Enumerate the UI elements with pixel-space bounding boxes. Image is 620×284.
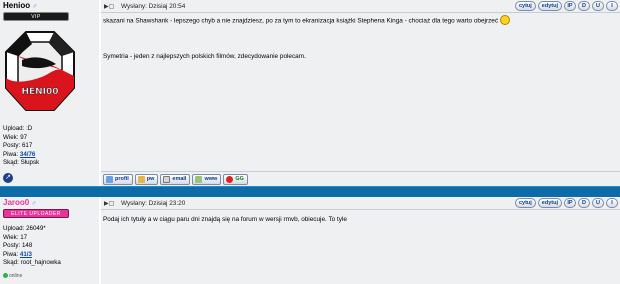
rank-badge: VIP xyxy=(3,12,69,21)
quote-button[interactable]: cytuj xyxy=(514,1,536,11)
stat-squad: Skąd: root_hajnowka xyxy=(3,259,61,267)
ip-button[interactable]: IP xyxy=(564,1,576,11)
online-status: online xyxy=(3,273,22,279)
message-panel: ▶▢ Wysłany: Dzisiaj 23:20 cytuj edytuj I… xyxy=(101,197,620,284)
www-icon xyxy=(195,176,203,183)
beer-link[interactable]: 34/76 xyxy=(20,151,35,158)
pm-button[interactable]: pw xyxy=(134,174,159,185)
contact-buttons: profil pw email www GG xyxy=(103,174,248,185)
gender-male-icon: ♂ xyxy=(31,200,37,207)
message-header: ▶▢ Wysłany: Dzisiaj 20:54 cytuj edytuj I… xyxy=(101,0,620,13)
stat-age: Wiek: 97 xyxy=(3,133,28,141)
info-button[interactable]: I xyxy=(606,1,618,11)
stat-posts: Posty: 148 xyxy=(3,242,33,250)
www-button[interactable]: www xyxy=(192,174,222,185)
post-separator xyxy=(0,186,620,197)
post-henioo: Henioo ♂ VIP HENI00 Upload: :D Wiek: 97 P… xyxy=(0,0,620,186)
avatar: HENI00 xyxy=(5,31,75,111)
stat-beer: Piwa: 34/76 xyxy=(3,150,36,158)
beer-link[interactable]: 41/3 xyxy=(20,251,32,258)
username[interactable]: Jaroo0 ♂ xyxy=(3,198,36,207)
ip-button[interactable]: IP xyxy=(564,198,576,208)
post-paragraph: Podaj ich tytuły a w ciągu paru dni znaj… xyxy=(103,216,347,223)
profile-button[interactable]: profil xyxy=(103,174,133,185)
stat-beer: Piwa: 41/3 xyxy=(3,250,32,258)
edit-button[interactable]: edytuj xyxy=(537,198,562,208)
gg-icon xyxy=(226,176,234,183)
username-text[interactable]: Henioo xyxy=(3,1,30,10)
edit-button[interactable]: edytuj xyxy=(537,1,562,11)
post-paragraph: skazani na Shawshank - lepszego chyb a n… xyxy=(103,15,511,26)
stat-posts: Posty: 617 xyxy=(3,142,33,150)
user-stats: Upload: 26049* Wiek: 17 Posty: 148 Piwa:… xyxy=(3,225,61,268)
email-button[interactable]: email xyxy=(160,174,191,185)
pm-icon xyxy=(137,176,145,183)
stat-squad: Skąd: Słupsk xyxy=(3,159,40,167)
stat-upload: Upload: :D xyxy=(3,125,33,132)
online-icon xyxy=(3,273,8,279)
quote-button[interactable]: cytuj xyxy=(514,198,536,208)
message-header: ▶▢ Wysłany: Dzisiaj 23:20 cytuj edytuj I… xyxy=(101,197,620,210)
author-panel: Henioo ♂ VIP HENI00 Upload: :D Wiek: 97 P… xyxy=(0,0,100,186)
stat-age: Wiek: 17 xyxy=(3,233,28,241)
post-actions: cytuj edytuj IP D U I xyxy=(514,198,618,208)
delete-button[interactable]: D xyxy=(578,1,590,11)
upgrade-button[interactable]: U xyxy=(592,1,604,11)
post-actions: cytuj edytuj IP D U I xyxy=(514,1,618,11)
scroll-top-icon[interactable]: ↗ xyxy=(3,173,13,183)
email-icon xyxy=(163,176,171,183)
author-panel: Jaroo0 ♂ ELITE UPLOADER Upload: 26049* Wi… xyxy=(0,197,100,284)
user-stats: Upload: :D Wiek: 97 Posty: 617 Piwa: 34/… xyxy=(3,125,39,168)
post-link-icon[interactable]: ▶▢ xyxy=(104,3,114,10)
rank-badge: ELITE UPLOADER xyxy=(3,209,69,218)
stat-upload: Upload: 26049* xyxy=(3,225,46,232)
profile-icon xyxy=(106,176,113,183)
username[interactable]: Henioo ♂ xyxy=(3,1,37,10)
post-jaroo0: Jaroo0 ♂ ELITE UPLOADER Upload: 26049* Wi… xyxy=(0,197,620,284)
posted-date: Wysłany: Dzisiaj 20:54 xyxy=(121,3,186,10)
gg-button[interactable]: GG xyxy=(223,174,248,185)
info-button[interactable]: I xyxy=(606,198,618,208)
gender-male-icon: ♂ xyxy=(32,3,38,10)
username-text[interactable]: Jaroo0 xyxy=(3,198,29,207)
message-panel: ▶▢ Wysłany: Dzisiaj 20:54 cytuj edytuj I… xyxy=(101,0,620,186)
post-paragraph: Symetria - jeden z najlepszych polskich … xyxy=(103,53,306,60)
post-footer: profil pw email www GG xyxy=(101,171,620,186)
svg-text:HENI00: HENI00 xyxy=(21,87,58,97)
delete-button[interactable]: D xyxy=(578,198,590,208)
smile-icon xyxy=(500,15,511,25)
posted-date: Wysłany: Dzisiaj 23:20 xyxy=(121,200,186,207)
post-link-icon[interactable]: ▶▢ xyxy=(104,200,114,207)
upgrade-button[interactable]: U xyxy=(592,198,604,208)
